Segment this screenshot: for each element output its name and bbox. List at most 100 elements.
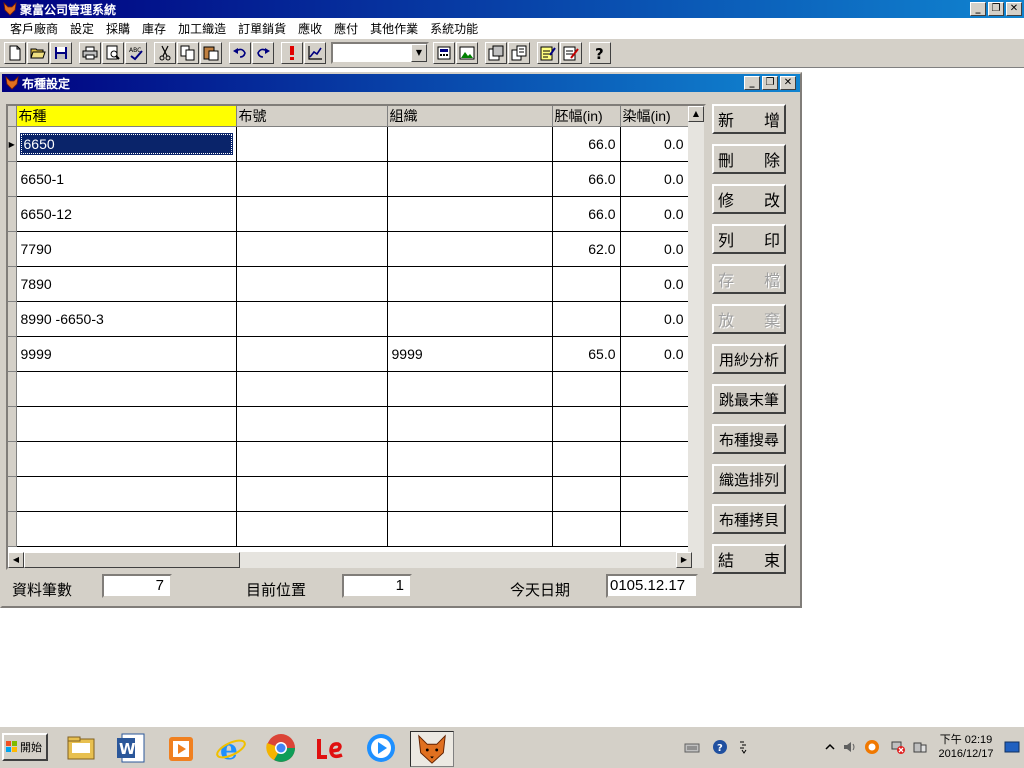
vertical-scrollbar[interactable]: ▲ (688, 106, 704, 568)
chart-button[interactable] (304, 42, 326, 64)
minimize-button[interactable]: _ (970, 2, 986, 16)
alert-button[interactable] (281, 42, 303, 64)
column-header-weave[interactable]: 組織 (387, 106, 553, 127)
table-cell-weave[interactable] (387, 231, 553, 267)
delete-button[interactable]: 刪除 (712, 144, 786, 174)
chrome-icon[interactable] (264, 731, 298, 765)
system-clock[interactable]: 下午 02:19 2016/12/17 (936, 733, 996, 761)
restore-button[interactable]: ❐ (988, 2, 1004, 16)
new-file-button[interactable] (4, 42, 26, 64)
volume-icon[interactable] (842, 739, 858, 755)
add-button[interactable]: 新增 (712, 104, 786, 134)
weaving-arrangement-button[interactable]: 織造排列 (712, 464, 786, 494)
table-row[interactable]: 6650-1 66.0 0.0 (8, 161, 689, 197)
network-error-icon[interactable] (890, 739, 906, 755)
table-row[interactable] (8, 406, 689, 442)
table-cell-greige-width[interactable]: 65.0 (552, 336, 621, 372)
file-explorer-icon[interactable] (64, 731, 98, 765)
video-player-icon[interactable] (364, 731, 398, 765)
scroll-up-icon[interactable]: ▲ (688, 106, 704, 122)
close-button[interactable]: ✕ (1006, 2, 1022, 16)
table-cell-weave[interactable] (387, 406, 553, 442)
report-button[interactable] (485, 42, 507, 64)
keyboard-icon[interactable] (684, 739, 700, 755)
edit-button[interactable]: 修改 (712, 184, 786, 214)
help-button[interactable]: ? (589, 42, 611, 64)
table-cell-greige-width[interactable] (552, 371, 621, 407)
table-row[interactable] (8, 511, 689, 547)
cut-button[interactable] (154, 42, 176, 64)
table-cell-fabric-type[interactable]: 7890 (16, 266, 237, 302)
save-record-button[interactable]: 存檔 (712, 264, 786, 294)
print-button[interactable] (79, 42, 101, 64)
calculator-button[interactable] (433, 42, 455, 64)
table-cell-fabric-type[interactable] (16, 371, 237, 407)
table-cell-fabric-type[interactable]: 7790 (16, 231, 237, 267)
table-cell-dyed-width[interactable]: 0.0 (620, 126, 689, 162)
table-cell-fabric-type[interactable]: 6650-1 (16, 161, 237, 197)
table-row[interactable]: 7890 0.0 (8, 266, 689, 302)
table-cell-fabric-type[interactable]: 8990 -6650-3 (16, 301, 237, 337)
table-cell-fabric-number[interactable] (236, 511, 388, 547)
avast-icon[interactable] (864, 739, 880, 755)
column-header-fabric-type[interactable]: 布種 (16, 106, 237, 127)
column-header-fabric-number[interactable]: 布號 (236, 106, 388, 127)
open-folder-button[interactable] (27, 42, 49, 64)
table-cell-weave[interactable]: 9999 (387, 336, 553, 372)
menu-customers-vendors[interactable]: 客戶廠商 (4, 20, 64, 37)
start-button[interactable]: 開始 (2, 733, 48, 761)
table-cell-fabric-type[interactable] (16, 406, 237, 442)
table-cell-weave[interactable] (387, 161, 553, 197)
fabric-grid[interactable]: 布種 布號 組織 胚幅(in) 染幅(in) ▶ 6650 66.0 0.0 6… (6, 104, 706, 570)
toolbar-combo[interactable]: ▼ (331, 42, 429, 64)
child-close-button[interactable]: ✕ (780, 76, 796, 90)
table-cell-weave[interactable] (387, 196, 553, 232)
table-cell-greige-width[interactable]: 66.0 (552, 126, 621, 162)
column-header-greige-width[interactable]: 胚幅(in) (552, 106, 621, 127)
table-row[interactable] (8, 371, 689, 407)
table-cell-fabric-number[interactable] (236, 476, 388, 512)
table-row[interactable]: 8990 -6650-3 0.0 (8, 301, 689, 337)
copy-record-button[interactable] (508, 42, 530, 64)
language-bar-icon[interactable] (736, 739, 752, 755)
menu-processing-weaving[interactable]: 加工織造 (172, 20, 232, 37)
chevron-down-icon[interactable]: ▼ (411, 44, 427, 62)
table-cell-greige-width[interactable]: 66.0 (552, 196, 621, 232)
word-icon[interactable]: W (114, 731, 148, 765)
table-cell-dyed-width[interactable]: 0.0 (620, 336, 689, 372)
edit-form-button[interactable] (560, 42, 582, 64)
table-cell-greige-width[interactable] (552, 441, 621, 477)
horizontal-scrollbar[interactable]: ◀ ▶ (8, 552, 692, 568)
table-cell-fabric-number[interactable] (236, 231, 388, 267)
table-cell-greige-width[interactable] (552, 266, 621, 302)
table-cell-dyed-width[interactable]: 0.0 (620, 231, 689, 267)
redo-button[interactable] (252, 42, 274, 64)
table-row[interactable]: ▶ 6650 66.0 0.0 (8, 126, 689, 162)
chevron-up-icon[interactable] (822, 739, 838, 755)
spell-check-button[interactable]: ABC (125, 42, 147, 64)
table-row[interactable]: 6650-12 66.0 0.0 (8, 196, 689, 232)
table-cell-weave[interactable] (387, 511, 553, 547)
active-cell-editor[interactable]: 6650 (19, 133, 233, 155)
table-cell-greige-width[interactable]: 66.0 (552, 161, 621, 197)
table-cell-dyed-width[interactable]: 0.0 (620, 161, 689, 197)
table-cell-greige-width[interactable] (552, 301, 621, 337)
table-cell-dyed-width[interactable]: 0.0 (620, 266, 689, 302)
help-circle-icon[interactable]: ? (712, 739, 728, 755)
show-desktop-icon[interactable] (1004, 739, 1020, 755)
table-cell-weave[interactable] (387, 126, 553, 162)
table-cell-fabric-number[interactable] (236, 161, 388, 197)
table-cell-dyed-width[interactable] (620, 476, 689, 512)
picture-button[interactable] (456, 42, 478, 64)
table-cell-fabric-number[interactable] (236, 441, 388, 477)
table-cell-dyed-width[interactable]: 0.0 (620, 301, 689, 337)
menu-payables[interactable]: 應付 (328, 20, 364, 37)
letv-icon[interactable] (314, 731, 348, 765)
copy-button[interactable] (177, 42, 199, 64)
menu-receivables[interactable]: 應收 (292, 20, 328, 37)
table-cell-fabric-type[interactable]: 6650-12 (16, 196, 237, 232)
table-cell-greige-width[interactable] (552, 406, 621, 442)
fabric-copy-button[interactable]: 布種拷貝 (712, 504, 786, 534)
devices-icon[interactable] (912, 739, 928, 755)
child-minimize-button[interactable]: _ (744, 76, 760, 90)
